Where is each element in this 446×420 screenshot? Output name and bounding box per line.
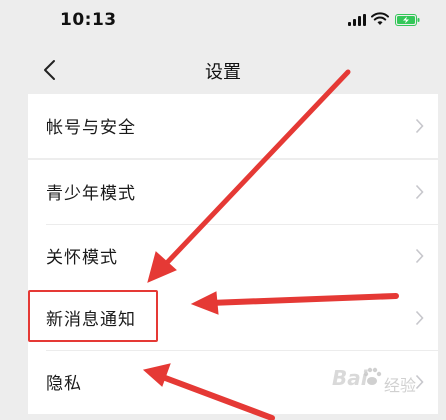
cellular-signal-icon [348,14,366,26]
settings-item-account-security[interactable]: 帐号与安全 [28,94,438,158]
settings-item-teen-mode[interactable]: 青少年模式 [28,160,438,224]
settings-item-care-mode[interactable]: 关怀模式 [28,224,438,288]
settings-item-label: 隐私 [46,374,82,394]
settings-item-label: 青少年模式 [46,184,136,204]
settings-group-account: 帐号与安全 [28,94,438,158]
status-bar: 10:13 [0,0,446,44]
highlight-box [28,290,158,342]
chevron-right-icon [415,118,424,134]
chevron-right-icon [415,184,424,200]
chevron-right-icon [415,310,424,326]
wifi-icon [371,12,389,25]
status-time: 10:13 [60,10,117,30]
settings-item-label: 关怀模式 [46,248,118,268]
chevron-right-icon [415,248,424,264]
phone-screen: 10:13 设置 帐号与安全 青少年模式 关怀模式 新消息通知 隐私 Bai 经… [0,0,446,420]
settings-group-modes: 青少年模式 关怀模式 [28,160,438,288]
navigation-bar: 设置 [0,46,446,94]
page-title: 设置 [205,62,241,83]
chevron-right-icon [415,374,424,390]
paw-logo-icon [363,367,382,385]
battery-charging-icon [395,14,420,26]
watermark-suffix: 经验 [384,376,417,395]
settings-item-label: 帐号与安全 [46,118,136,138]
